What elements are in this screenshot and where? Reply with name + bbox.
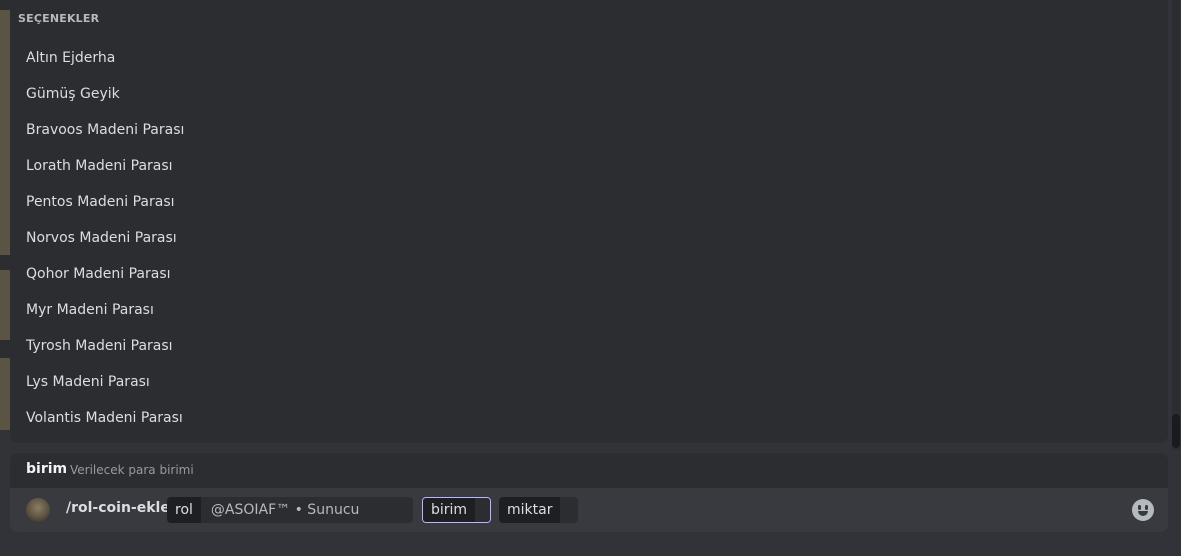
option-item[interactable]: Pentos Madeni Parası — [10, 184, 1168, 220]
param-value[interactable]: @ASOIAF™ • Sunucu Sahibi — [200, 497, 413, 523]
option-item[interactable]: Lys Madeni Parası — [10, 364, 1168, 400]
option-item[interactable]: Bravoos Madeni Parası — [10, 112, 1168, 148]
scrollbar-thumb[interactable] — [1172, 414, 1180, 448]
option-item[interactable]: Lorath Madeni Parası — [10, 148, 1168, 184]
option-item[interactable]: Norvos Madeni Parası — [10, 220, 1168, 256]
option-list: Altın Ejderha Gümüş Geyik Bravoos Madeni… — [10, 40, 1168, 436]
option-item[interactable]: Tyrosh Madeni Parası — [10, 328, 1168, 364]
param-value[interactable] — [475, 498, 490, 522]
option-item[interactable]: Gümüş Geyik — [10, 76, 1168, 112]
param-label: birim — [423, 498, 476, 522]
option-item[interactable]: Volantis Madeni Parası — [10, 400, 1168, 436]
command-input-bar[interactable]: /rol-coin-ekle rol @ASOIAF™ • Sunucu Sah… — [10, 488, 1168, 532]
emoji-eye — [1138, 505, 1141, 510]
param-value[interactable] — [560, 497, 578, 523]
option-item[interactable]: Qohor Madeni Parası — [10, 256, 1168, 292]
options-panel: SEÇENEKLER Altın Ejderha Gümüş Geyik Bra… — [10, 0, 1168, 443]
parameter-hint-bar: birim Verilecek para birimi — [10, 453, 1168, 488]
chat-background-message — [0, 270, 10, 340]
param-birim[interactable]: birim — [422, 497, 491, 523]
chat-background-message — [0, 10, 10, 255]
emoji-mouth — [1138, 511, 1148, 516]
app-avatar — [26, 498, 50, 522]
chat-background-message — [0, 358, 10, 430]
command-name: /rol-coin-ekle — [66, 500, 170, 516]
option-item[interactable]: Altın Ejderha — [10, 40, 1168, 76]
param-rol[interactable]: rol @ASOIAF™ • Sunucu Sahibi — [167, 497, 413, 523]
option-item[interactable]: Myr Madeni Parası — [10, 292, 1168, 328]
param-label: miktar — [499, 497, 561, 523]
hint-param-name: birim — [26, 461, 68, 477]
param-label: rol — [167, 497, 201, 523]
emoji-eye — [1145, 505, 1148, 510]
options-header: SEÇENEKLER — [18, 12, 100, 25]
hint-description: Verilecek para birimi — [70, 463, 194, 477]
param-miktar[interactable]: miktar — [499, 497, 578, 523]
smiley-face-icon[interactable] — [1132, 499, 1154, 521]
scrollbar-track[interactable] — [1172, 0, 1180, 450]
